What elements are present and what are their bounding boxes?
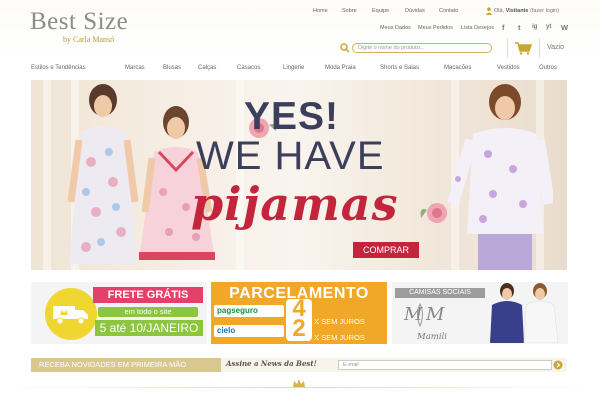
cielo-logo: cielo bbox=[214, 325, 284, 337]
wordpress-icon[interactable]: W bbox=[561, 23, 568, 33]
instagram-icon[interactable]: ig bbox=[532, 24, 537, 34]
nav-lista-desejos[interactable]: Lista Desejos bbox=[461, 25, 494, 31]
sem-juros-label: X SEM JUROS bbox=[314, 317, 365, 326]
search-input[interactable]: Digite o nome do produto... bbox=[352, 43, 492, 53]
login-link[interactable]: (fazer login) bbox=[530, 8, 559, 14]
rose-decoration bbox=[420, 203, 447, 223]
frete-date: 5 até 10/JANEIRO bbox=[95, 320, 203, 336]
cat-calcas[interactable]: Calças bbox=[198, 65, 216, 71]
category-nav: Estilos e Tendências Marcas Blusas Calça… bbox=[0, 62, 600, 74]
newsletter-cta: Assine a News da Best! bbox=[226, 359, 317, 368]
search-icon[interactable] bbox=[340, 43, 350, 53]
nav-home[interactable]: Home bbox=[313, 8, 328, 14]
cart-icon[interactable] bbox=[514, 41, 532, 55]
mamili-monogram-icon: M M bbox=[404, 302, 445, 328]
newsletter-submit-icon[interactable] bbox=[553, 360, 563, 370]
hero-headline-2: WE HAVE bbox=[196, 134, 385, 178]
camisas-title: CAMISAS SOCIAIS bbox=[395, 288, 485, 298]
installments-number: 4 2 bbox=[286, 297, 312, 342]
twitter-icon[interactable]: t bbox=[518, 23, 521, 33]
hero-banner[interactable]: YES! WE HAVE pijamas COMPRAR bbox=[31, 80, 567, 270]
frete-title: FRETE GRÁTIS bbox=[93, 287, 203, 303]
cat-vestidos[interactable]: Vestidos bbox=[497, 65, 520, 71]
hero-headline-3: pijamas bbox=[191, 177, 399, 231]
hero-buy-button[interactable]: COMPRAR bbox=[353, 242, 419, 258]
newsletter-email-input[interactable]: E-mail bbox=[338, 360, 552, 370]
cat-shorts-saias[interactable]: Shorts e Saias bbox=[380, 65, 419, 71]
slider-dots bbox=[528, 261, 556, 267]
crown-icon bbox=[293, 379, 305, 387]
svg-text:M: M bbox=[425, 304, 445, 325]
installments-min: 2 bbox=[292, 315, 306, 342]
cat-marcas[interactable]: Marcas bbox=[125, 65, 145, 71]
frete-subtitle: em todo o site bbox=[98, 307, 198, 317]
divider bbox=[539, 38, 540, 58]
nav-meus-pedidos[interactable]: Meus Pedidos bbox=[418, 25, 453, 31]
cat-outros[interactable]: Outros bbox=[539, 65, 557, 71]
youtube-icon[interactable]: yt bbox=[546, 24, 551, 34]
nav-meus-dados[interactable]: Meus Dados bbox=[380, 25, 411, 31]
nav-contato[interactable]: Contato bbox=[439, 8, 458, 14]
svg-text:M: M bbox=[404, 304, 423, 325]
shirts-models-illustration bbox=[490, 283, 559, 343]
decor-stripe bbox=[43, 80, 51, 270]
sem-juros-label: X SEM JUROS bbox=[314, 333, 365, 342]
cat-moda-praia[interactable]: Moda Praia bbox=[325, 65, 356, 71]
truck-icon bbox=[53, 306, 88, 325]
newsletter-label: RECEBA NOVIDADES EM PRIMEIRA MÃO bbox=[31, 358, 221, 372]
nav-duvidas[interactable]: Dúvidas bbox=[405, 8, 425, 14]
facebook-icon[interactable]: f bbox=[502, 23, 505, 33]
pagseguro-logo: pagseguro bbox=[214, 305, 284, 317]
cat-blusas[interactable]: Blusas bbox=[163, 65, 181, 71]
mamili-brand: Mamili bbox=[417, 332, 447, 342]
cat-estilos[interactable]: Estilos e Tendências bbox=[31, 65, 86, 71]
cat-lingerie[interactable]: Lingerie bbox=[283, 65, 304, 71]
cat-macacoes[interactable]: Macacões bbox=[444, 65, 471, 71]
account-user: Visitante bbox=[505, 8, 529, 14]
page: Best Size by Carla Mansó Home Sobre Equi… bbox=[0, 0, 600, 402]
hero-headline-1: YES! bbox=[244, 95, 340, 138]
nav-sobre[interactable]: Sobre bbox=[342, 8, 357, 14]
account-greeting: Olá, Visitante (fazer login) bbox=[494, 8, 560, 14]
divider bbox=[507, 38, 508, 58]
truck-badge bbox=[45, 288, 97, 340]
cat-casacos[interactable]: Casacos bbox=[237, 65, 260, 71]
nav-equipe[interactable]: Equipe bbox=[372, 8, 389, 14]
user-icon bbox=[486, 7, 492, 15]
logo-byline: by Carla Mansó bbox=[63, 35, 115, 44]
model-illustration-right bbox=[447, 84, 553, 270]
cart-label[interactable]: Vazio bbox=[547, 44, 564, 51]
